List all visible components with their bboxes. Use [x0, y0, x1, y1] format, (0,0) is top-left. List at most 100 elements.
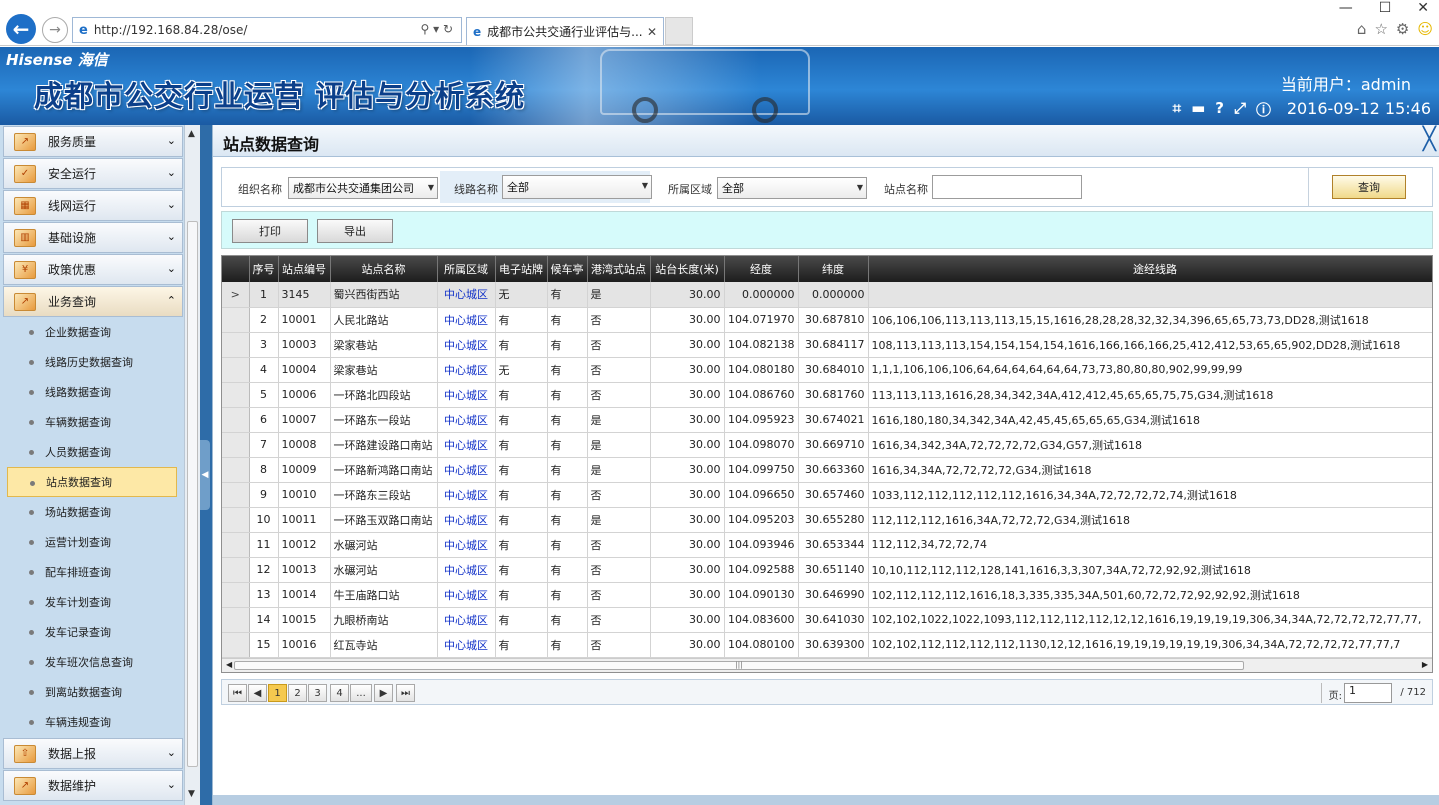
- print-button[interactable]: 打印: [232, 219, 308, 243]
- cell-station-area[interactable]: 中心城区: [437, 582, 496, 608]
- sidebar-item[interactable]: 配车排班查询: [3, 557, 183, 587]
- sidebar-item[interactable]: 发车班次信息查询: [3, 647, 183, 677]
- table-row[interactable]: 11 10012 水碾河站 中心城区有有否 30.00 104.093946 30.6533…: [222, 532, 1432, 558]
- last-page-icon[interactable]: ⏭: [396, 684, 415, 702]
- gear-icon[interactable]: ⚙: [1396, 20, 1409, 38]
- page-ellipsis[interactable]: ...: [350, 684, 372, 702]
- smiley-icon[interactable]: ☺: [1417, 20, 1433, 38]
- table-row[interactable]: 4 10004 梁家巷站 中心城区无有否 30.00 104.080180 30.68401…: [222, 357, 1432, 383]
- crop-icon[interactable]: ⌗: [1173, 99, 1181, 120]
- page-button[interactable]: 3: [308, 684, 327, 702]
- cell-station-area[interactable]: 中心城区: [437, 332, 496, 358]
- column-header[interactable]: 候车亭: [547, 256, 588, 282]
- area-select[interactable]: 全部 ▼: [717, 177, 867, 199]
- help-icon[interactable]: ?: [1215, 99, 1224, 120]
- row-indicator[interactable]: >: [222, 282, 250, 308]
- sidebar-item[interactable]: 企业数据查询: [3, 317, 183, 347]
- close-icon[interactable]: ╳: [1423, 127, 1436, 152]
- row-indicator[interactable]: [222, 407, 250, 433]
- row-indicator[interactable]: [222, 507, 250, 533]
- scroll-right-icon[interactable]: ▶: [1422, 660, 1428, 669]
- scroll-down-icon[interactable]: ▼: [188, 789, 195, 799]
- cell-station-area[interactable]: 中心城区: [437, 382, 496, 408]
- sidebar-item[interactable]: 人员数据查询: [3, 437, 183, 467]
- cell-station-area[interactable]: 中心城区: [437, 407, 496, 433]
- row-indicator[interactable]: [222, 532, 250, 558]
- query-button[interactable]: 查询: [1332, 175, 1406, 199]
- column-header[interactable]: 站点名称: [330, 256, 438, 282]
- row-indicator[interactable]: [222, 332, 250, 358]
- cell-station-area[interactable]: 中心城区: [437, 507, 496, 533]
- table-row[interactable]: 14 10015 九眼桥南站 中心城区有有否 30.00 104.083600 30.641…: [222, 607, 1432, 633]
- sidebar-item-active[interactable]: 站点数据查询: [7, 467, 177, 497]
- page-button[interactable]: 4: [330, 684, 349, 702]
- address-url[interactable]: http://192.168.84.28/ose/: [94, 23, 248, 37]
- row-indicator[interactable]: [222, 482, 250, 508]
- table-row[interactable]: 2 10001 人民北路站 中心城区有有否 30.00 104.071970 30.6878…: [222, 307, 1432, 333]
- cell-station-area[interactable]: 中心城区: [437, 457, 496, 483]
- sidebar-item[interactable]: 到离站数据查询: [3, 677, 183, 707]
- sidebar-scrollbar[interactable]: ▲ ▼: [184, 125, 200, 805]
- sidebar-item[interactable]: 发车记录查询: [3, 617, 183, 647]
- row-indicator[interactable]: [222, 607, 250, 633]
- sidebar-item[interactable]: 发车计划查询: [3, 587, 183, 617]
- next-page-icon[interactable]: ▶: [374, 684, 393, 702]
- keyboard-icon[interactable]: ▬: [1191, 99, 1205, 120]
- cell-station-area[interactable]: 中心城区: [437, 557, 496, 583]
- table-row[interactable]: 8 10009 一环路新鸿路口南站 中心城区有有是 30.00 104.099750 30.…: [222, 457, 1432, 483]
- home-icon[interactable]: ⌂: [1357, 20, 1367, 38]
- menu-group-data-maintenance[interactable]: ↗ 数据维护 ⌄: [3, 770, 183, 801]
- column-header[interactable]: 序号: [249, 256, 279, 282]
- address-bar[interactable]: e http://192.168.84.28/ose/ ⚲ ▾ ↻: [72, 17, 462, 43]
- page-number-input[interactable]: 1: [1344, 683, 1392, 703]
- menu-group-business-query[interactable]: ↗ 业务查询 ⌃: [3, 286, 183, 317]
- table-row[interactable]: 10 10011 一环路玉双路口南站 中心城区有有是 30.00 104.095203 30…: [222, 507, 1432, 533]
- site-name-input[interactable]: [932, 175, 1082, 199]
- prev-page-icon[interactable]: ◀: [248, 684, 267, 702]
- column-header[interactable]: 途经线路: [868, 256, 1432, 282]
- collapse-sidebar-icon[interactable]: ◀: [200, 440, 210, 510]
- sidebar-item[interactable]: 场站数据查询: [3, 497, 183, 527]
- sidebar-item[interactable]: 车辆数据查询: [3, 407, 183, 437]
- cell-station-area[interactable]: 中心城区: [437, 532, 496, 558]
- forward-button[interactable]: →: [42, 17, 68, 43]
- sidebar-item[interactable]: 线路数据查询: [3, 377, 183, 407]
- row-indicator[interactable]: [222, 557, 250, 583]
- menu-group-policy[interactable]: ¥ 政策优惠 ⌄: [3, 254, 183, 285]
- column-header[interactable]: 港湾式站点: [587, 256, 651, 282]
- page-button[interactable]: 2: [288, 684, 307, 702]
- menu-group-infrastructure[interactable]: ▥ 基础设施 ⌄: [3, 222, 183, 253]
- address-tools[interactable]: ⚲ ▾ ↻: [421, 22, 454, 36]
- cell-station-area[interactable]: 中心城区: [437, 307, 496, 333]
- table-row[interactable]: >1 3145 蜀兴西街西站 中心城区无有是 30.00 0.000000 0.000000: [222, 282, 1432, 308]
- browser-tab[interactable]: e 成都市公共交通行业评估与... ✕: [466, 17, 664, 45]
- row-indicator[interactable]: [222, 357, 250, 383]
- first-page-icon[interactable]: ⏮: [228, 684, 247, 702]
- back-button[interactable]: ←: [6, 14, 36, 44]
- table-row[interactable]: 9 10010 一环路东三段站 中心城区有有否 30.00 104.096650 30.65…: [222, 482, 1432, 508]
- row-indicator[interactable]: [222, 432, 250, 458]
- sidebar-item[interactable]: 车辆违规查询: [3, 707, 183, 737]
- cell-station-area[interactable]: 中心城区: [437, 432, 496, 458]
- cell-station-area[interactable]: 中心城区: [437, 607, 496, 633]
- row-indicator[interactable]: [222, 307, 250, 333]
- table-row[interactable]: 3 10003 梁家巷站 中心城区有有否 30.00 104.082138 30.68411…: [222, 332, 1432, 358]
- scrollbar-thumb[interactable]: |||: [234, 661, 1244, 670]
- scrollbar-thumb[interactable]: [187, 221, 198, 767]
- sidebar-item[interactable]: 运营计划查询: [3, 527, 183, 557]
- menu-group-service-quality[interactable]: ↗ 服务质量 ⌄: [3, 126, 183, 157]
- table-row[interactable]: 5 10006 一环路北四段站 中心城区有有否 30.00 104.086760 30.68…: [222, 382, 1432, 408]
- scroll-up-icon[interactable]: ▲: [188, 129, 195, 139]
- line-select[interactable]: 全部 ▼: [502, 175, 652, 199]
- table-row[interactable]: 15 10016 红瓦寺站 中心城区有有否 30.00 104.080100 30.6393…: [222, 632, 1432, 658]
- column-header[interactable]: 纬度: [798, 256, 869, 282]
- table-row[interactable]: 12 10013 水碾河站 中心城区有有否 30.00 104.092588 30.6511…: [222, 557, 1432, 583]
- column-header[interactable]: 电子站牌: [495, 256, 548, 282]
- maximize-button[interactable]: ☐: [1379, 0, 1392, 16]
- menu-group-data-report[interactable]: ⇧ 数据上报 ⌄: [3, 738, 183, 769]
- table-row[interactable]: 13 10014 牛王庙路口站 中心城区有有否 30.00 104.090130 30.64…: [222, 582, 1432, 608]
- column-header[interactable]: 站台长度(米): [650, 256, 725, 282]
- expand-icon[interactable]: ⤢: [1234, 99, 1246, 120]
- table-row[interactable]: 7 10008 一环路建设路口南站 中心城区有有是 30.00 104.098070 30.…: [222, 432, 1432, 458]
- column-header[interactable]: 经度: [724, 256, 799, 282]
